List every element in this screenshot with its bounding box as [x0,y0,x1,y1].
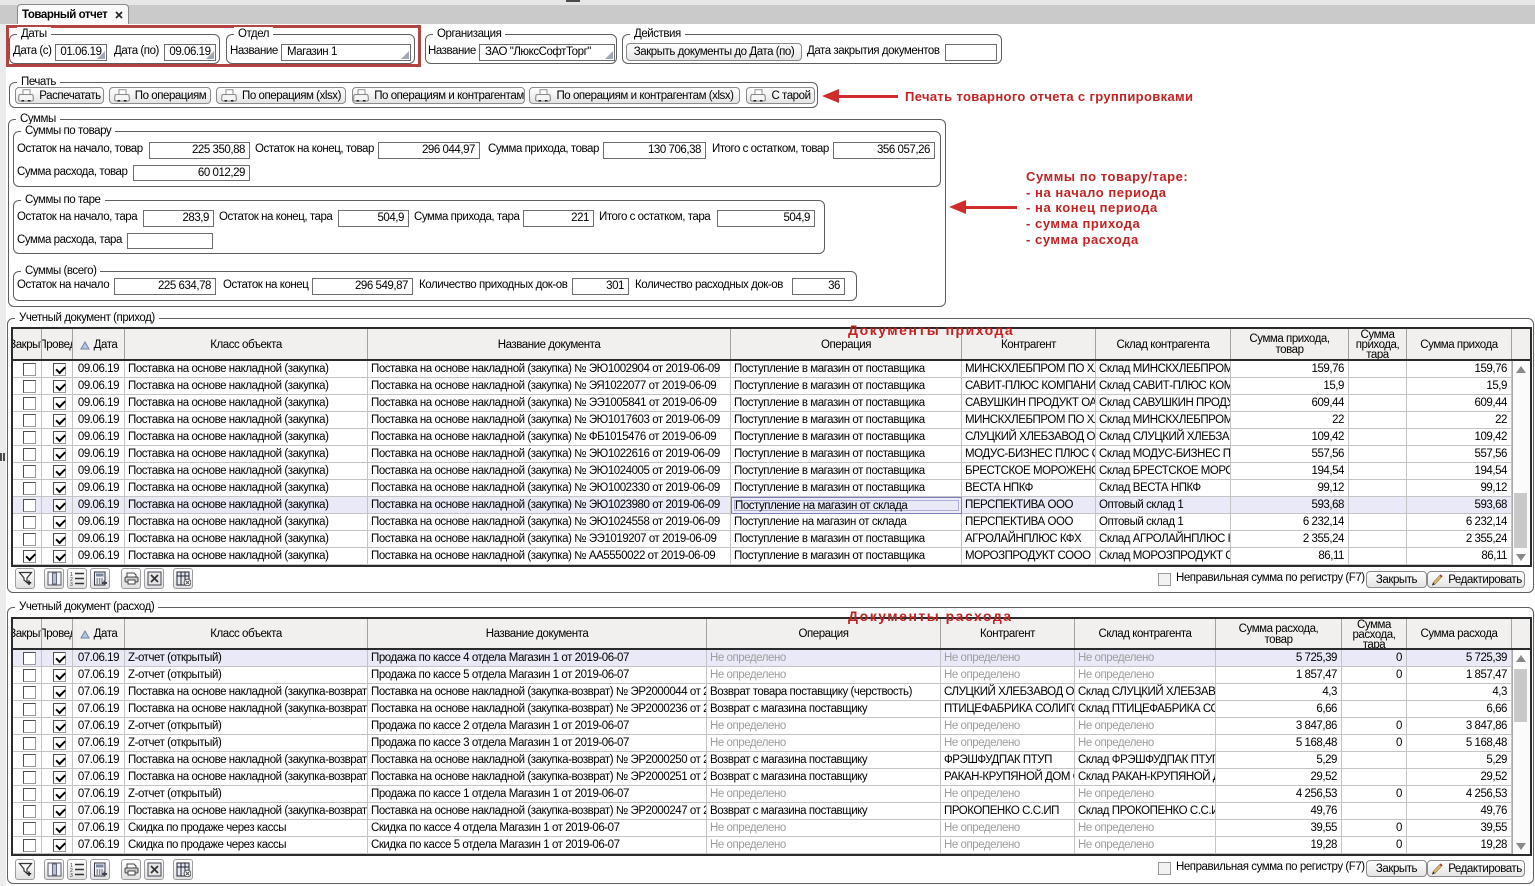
svg-text:3: 3 [70,873,73,877]
svg-text:3: 3 [70,582,73,586]
